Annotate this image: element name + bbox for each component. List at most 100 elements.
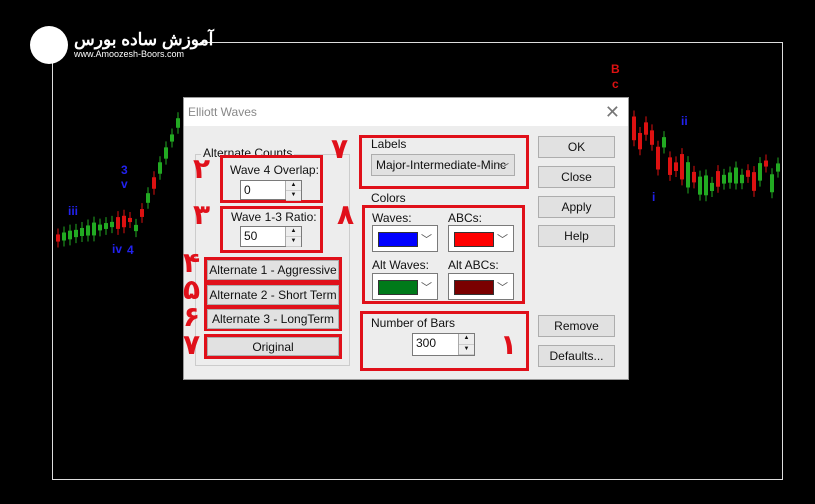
candle	[152, 177, 156, 188]
candle	[710, 183, 714, 191]
wave4-overlap-value: 0	[244, 183, 251, 197]
alternate-2-button[interactable]: Alternate 2 - Short Term	[207, 285, 339, 305]
title-bar: Elliott Waves ✕	[184, 98, 628, 126]
candle	[728, 173, 732, 183]
candle	[98, 225, 102, 231]
close-icon[interactable]: ✕	[605, 102, 620, 123]
alt-abcs-color-label: Alt ABCs:	[448, 258, 499, 272]
chevron-down-icon: ﹀	[498, 160, 509, 176]
alternate-3-button[interactable]: Alternate 3 - LongTerm	[207, 309, 339, 329]
wave-label: v	[121, 177, 128, 191]
globe-chart-icon	[30, 26, 68, 64]
wave-label: B	[611, 62, 620, 76]
candle	[80, 228, 84, 236]
candle	[74, 230, 78, 237]
candle	[68, 231, 72, 240]
annotation-number: ۷	[183, 328, 200, 361]
chevron-down-icon: ﹀	[497, 231, 508, 247]
candle	[104, 223, 108, 229]
wave-label: iii	[68, 204, 78, 218]
annotation-number: ۱	[500, 328, 517, 361]
color-swatch	[454, 232, 494, 247]
candle	[650, 130, 654, 144]
candle	[638, 133, 642, 149]
ok-button[interactable]: OK	[538, 136, 615, 158]
candle	[146, 193, 150, 203]
candle	[116, 217, 120, 229]
colors-label: Colors	[371, 191, 406, 205]
candle	[644, 122, 648, 134]
labels-label: Labels	[371, 137, 406, 151]
candle	[176, 118, 180, 128]
candle	[752, 172, 756, 191]
spin-down-icon[interactable]: ▼	[286, 237, 301, 247]
annotation-number: ۷	[331, 132, 348, 165]
chevron-down-icon: ﹀	[421, 231, 432, 247]
candle	[692, 172, 696, 182]
candle	[170, 134, 174, 141]
candle	[140, 209, 144, 217]
candle	[776, 163, 780, 171]
candle	[734, 168, 738, 184]
candle	[110, 222, 114, 227]
annotation-number: ۳	[193, 198, 210, 231]
abcs-color-dropdown[interactable]: ﹀	[448, 225, 514, 252]
defaults-button[interactable]: Defaults...	[538, 345, 615, 367]
color-swatch	[454, 280, 494, 295]
alt-waves-color-label: Alt Waves:	[372, 258, 429, 272]
help-button[interactable]: Help	[538, 225, 615, 247]
spin-down-icon[interactable]: ▼	[286, 191, 301, 201]
wave4-overlap-label: Wave 4 Overlap:	[230, 163, 319, 177]
dialog-title: Elliott Waves	[188, 105, 257, 119]
close-button[interactable]: Close	[538, 166, 615, 188]
annotation-number: ۸	[337, 198, 354, 231]
candle	[656, 147, 660, 170]
logo-url: www.Amoozesh-Boors.com	[74, 49, 213, 59]
candle	[164, 147, 168, 158]
wave-label: i	[652, 190, 655, 204]
alternate-1-button[interactable]: Alternate 1 - Aggressive	[207, 260, 339, 280]
logo-name: آموزش ساده بورس	[74, 31, 213, 49]
candle	[716, 171, 720, 187]
labels-selected-value: Major-Intermediate-Minc	[376, 158, 506, 172]
candle	[674, 162, 678, 171]
candle	[680, 154, 684, 179]
wave-label: 3	[121, 163, 128, 177]
chevron-down-icon: ﹀	[497, 279, 508, 295]
wave4-overlap-stepper[interactable]: 0 ▲ ▼	[240, 180, 302, 200]
wave-label: c	[612, 77, 619, 91]
candle	[56, 234, 60, 241]
wave13-ratio-label: Wave 1-3 Ratio:	[231, 210, 317, 224]
spin-down-icon[interactable]: ▼	[459, 345, 474, 356]
remove-button[interactable]: Remove	[538, 315, 615, 337]
candle	[764, 161, 768, 167]
candle	[122, 216, 126, 227]
candle	[746, 170, 750, 177]
candle	[770, 174, 774, 192]
annotation-number: ۲	[193, 152, 210, 185]
candle	[686, 162, 690, 187]
number-of-bars-value: 300	[416, 336, 436, 350]
waves-color-label: Waves:	[372, 211, 412, 225]
spin-up-icon[interactable]: ▲	[459, 334, 474, 345]
spin-up-icon[interactable]: ▲	[286, 227, 301, 237]
logo: آموزش ساده بورس www.Amoozesh-Boors.com	[30, 26, 213, 64]
waves-color-dropdown[interactable]: ﹀	[372, 225, 438, 252]
labels-select[interactable]: Major-Intermediate-Minc ﹀	[371, 154, 515, 176]
alt-waves-color-dropdown[interactable]: ﹀	[372, 273, 438, 300]
color-swatch	[378, 232, 418, 247]
candle	[662, 137, 666, 147]
candle	[62, 232, 66, 240]
number-of-bars-stepper[interactable]: 300 ▲ ▼	[412, 333, 475, 356]
abcs-color-label: ABCs:	[448, 211, 482, 225]
apply-button[interactable]: Apply	[538, 196, 615, 218]
wave-label: iv	[112, 242, 122, 256]
wave13-ratio-value: 50	[244, 229, 257, 243]
original-button[interactable]: Original	[207, 337, 339, 356]
candle	[722, 175, 726, 184]
alt-abcs-color-dropdown[interactable]: ﹀	[448, 273, 514, 300]
candle	[740, 175, 744, 183]
spin-up-icon[interactable]: ▲	[286, 181, 301, 191]
candle	[128, 218, 132, 222]
wave13-ratio-stepper[interactable]: 50 ▲ ▼	[240, 226, 302, 247]
